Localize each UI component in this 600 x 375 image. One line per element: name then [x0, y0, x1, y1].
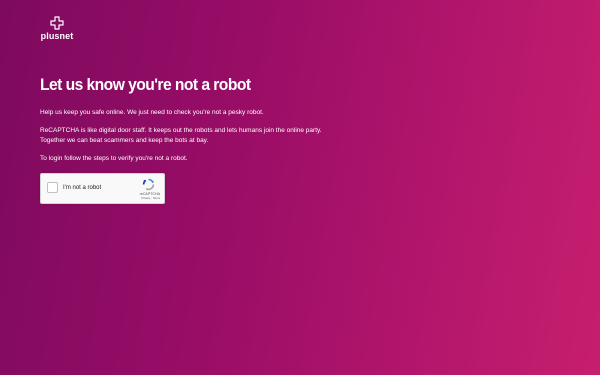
recaptcha-widget: I'm not a robot reCAPTCHA Privacy - Term… — [40, 173, 165, 204]
recaptcha-icon — [142, 178, 155, 191]
privacy-link[interactable]: Privacy — [142, 197, 151, 201]
recaptcha-explanation-line-1: ReCAPTCHA is like digital door staff. It… — [40, 127, 322, 134]
recaptcha-links: Privacy - Terms — [142, 197, 160, 201]
page-title: Let us know you're not a robot — [40, 75, 251, 94]
login-instructions: To login follow the steps to verify you'… — [40, 155, 188, 162]
link-separator: - — [151, 197, 152, 200]
plusnet-logo[interactable]: plusnet — [40, 16, 74, 41]
not-a-robot-checkbox[interactable] — [47, 182, 58, 193]
plusnet-plus-icon — [50, 16, 64, 30]
intro-text: Help us keep you safe online. We just ne… — [40, 109, 264, 116]
recaptcha-logo — [142, 178, 155, 191]
not-a-robot-label[interactable]: I'm not a robot — [63, 184, 101, 192]
brand-name: plusnet — [40, 31, 74, 41]
terms-link[interactable]: Terms — [153, 197, 160, 201]
recaptcha-explanation-line-2: Together we can beat scammers and keep t… — [40, 137, 209, 144]
recaptcha-explanation: ReCAPTCHA is like digital door staff. It… — [40, 126, 322, 146]
